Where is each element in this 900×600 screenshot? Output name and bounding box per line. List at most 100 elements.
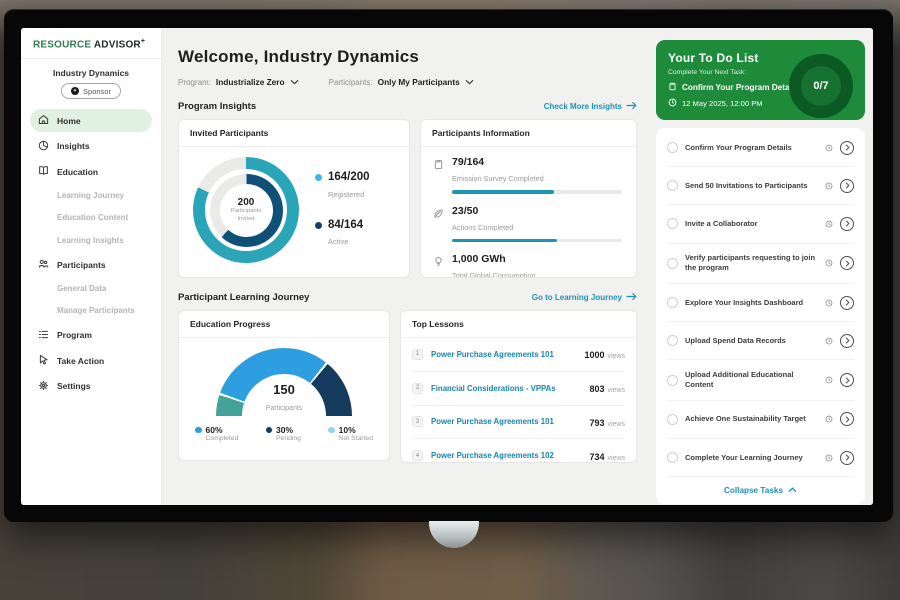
- task-checkbox[interactable]: [667, 452, 678, 463]
- invited-legend: 164/200Registered 84/164Active: [315, 171, 370, 249]
- participants-select[interactable]: Participants: Only My Participants: [329, 77, 474, 87]
- arrow-right-icon: [626, 292, 637, 303]
- sponsor-badge: ✦ Sponsor: [61, 83, 121, 99]
- todo-panel: Your To Do List Complete Your Next Task:…: [649, 28, 873, 505]
- sidebar-item-education-content[interactable]: Education Content: [30, 208, 152, 227]
- task-chevron-button[interactable]: [840, 334, 854, 348]
- sidebar-item-insights[interactable]: Insights: [30, 135, 152, 158]
- task-chevron-button[interactable]: [840, 296, 854, 310]
- stage: RESOURCE ADVISOR+ Industry Dynamics ✦ Sp…: [0, 0, 900, 600]
- sidebar-item-label: Education: [57, 167, 98, 177]
- views-count: 793views: [589, 413, 625, 431]
- survey-icon: [433, 156, 444, 194]
- check-more-insights-link[interactable]: Check More Insights: [544, 101, 637, 112]
- logo-resource: RESOURCE: [33, 39, 91, 50]
- sidebar-item-participants[interactable]: Participants: [30, 253, 152, 276]
- main-content: Welcome, Industry Dynamics Program: Indu…: [162, 28, 649, 505]
- gauge-center-value: 150: [216, 383, 352, 397]
- views-count: 1000views: [584, 345, 625, 363]
- sidebar-item-home[interactable]: Home: [30, 109, 152, 132]
- task-chevron-button[interactable]: [840, 373, 854, 387]
- legend-dot: [266, 427, 273, 434]
- rank-badge: 1: [412, 349, 423, 360]
- sidebar-item-manage-participants[interactable]: Manage Participants: [30, 301, 152, 320]
- clock-icon: [668, 98, 677, 109]
- education-progress-card: Education Progress 150 Participants: [178, 310, 390, 461]
- sidebar-item-learning-journey[interactable]: Learning Journey: [30, 186, 152, 205]
- info-row-consumption: 1,000 GWh Total Global Consumption: [433, 253, 624, 278]
- task-checkbox[interactable]: [667, 414, 678, 425]
- lesson-link[interactable]: Power Purchase Agreements 101: [431, 350, 576, 359]
- task-chevron-button[interactable]: [840, 451, 854, 465]
- todo-progress-value: 0/7: [801, 66, 841, 106]
- participants-select-label: Participants:: [329, 78, 373, 87]
- go-to-learning-journey-link[interactable]: Go to Learning Journey: [532, 292, 637, 303]
- education-progress-gauge: 150 Participants: [216, 348, 352, 416]
- task-chevron-button[interactable]: [840, 256, 854, 270]
- task-chevron-button[interactable]: [840, 179, 854, 193]
- sidebar-item-take-action[interactable]: Take Action: [30, 349, 152, 372]
- task-row: Invite a Collaborator: [667, 205, 854, 243]
- sidebar-item-education[interactable]: Education: [30, 160, 152, 183]
- filter-bar: Program: Industrialize Zero Participants…: [178, 77, 637, 87]
- task-row: Explore Your Insights Dashboard: [667, 284, 854, 322]
- sidebar-item-program[interactable]: Program: [30, 324, 152, 347]
- lesson-link[interactable]: Financial Considerations - VPPAs: [431, 384, 581, 393]
- lesson-link[interactable]: Power Purchase Agreements 102: [431, 451, 581, 460]
- task-chevron-button[interactable]: [840, 217, 854, 231]
- task-row: Complete Your Learning Journey: [667, 439, 854, 477]
- progress-bar: [452, 190, 622, 194]
- task-row: Achieve One Sustainability Target: [667, 401, 854, 439]
- gauge-center-label: Participants: [266, 405, 303, 412]
- task-checkbox[interactable]: [667, 375, 678, 386]
- task-checkbox[interactable]: [667, 218, 678, 229]
- lesson-row: 3 Power Purchase Agreements 101 793views: [412, 406, 625, 440]
- logo-plus: +: [141, 38, 145, 45]
- program-select-value: Industrialize Zero: [216, 77, 285, 87]
- pie-chart-icon: [38, 140, 49, 153]
- pointer-icon: [38, 354, 49, 367]
- clock-icon: [825, 139, 833, 157]
- todo-list-card: Confirm Your Program Details Send 50 Inv…: [656, 128, 865, 504]
- donut-center-label: ParticipantsInvited: [231, 208, 261, 224]
- learning-journey-header: Participant Learning Journey Go to Learn…: [178, 292, 637, 303]
- learning-cards-row: Education Progress 150 Participants: [178, 310, 637, 463]
- people-icon: [38, 258, 49, 271]
- task-checkbox[interactable]: [667, 335, 678, 346]
- clock-icon: [825, 177, 833, 195]
- participants-information-card: Participants Information 79/164 Emission…: [420, 119, 637, 278]
- gauge-legend: 60% Completed 30% Pending 10% Not Starte…: [189, 416, 379, 442]
- program-insights-header: Program Insights Check More Insights: [178, 101, 637, 112]
- chevron-down-icon: [465, 78, 474, 87]
- sidebar-item-general-data[interactable]: General Data: [30, 279, 152, 298]
- program-select[interactable]: Program: Industrialize Zero: [178, 77, 299, 87]
- legend-dot: [315, 222, 322, 229]
- collapse-tasks-link[interactable]: Collapse Tasks: [667, 477, 854, 504]
- card-title: Education Progress: [179, 311, 389, 338]
- task-chevron-button[interactable]: [840, 412, 854, 426]
- legend-pending: 30% Pending: [266, 425, 301, 442]
- task-checkbox[interactable]: [667, 258, 678, 269]
- sidebar-item-settings[interactable]: Settings: [30, 375, 152, 398]
- bulb-icon: [433, 253, 444, 278]
- legend-dot: [315, 174, 322, 181]
- home-icon: [38, 114, 49, 127]
- card-title: Top Lessons: [401, 311, 636, 338]
- top-lessons-card: Top Lessons 1 Power Purchase Agreements …: [400, 310, 637, 463]
- task-checkbox[interactable]: [667, 180, 678, 191]
- info-row-actions: 23/50 Actions Completed: [433, 205, 624, 243]
- clock-icon: [825, 215, 833, 233]
- lesson-row: 1 Power Purchase Agreements 101 1000view…: [412, 338, 625, 372]
- sidebar-item-learning-insights[interactable]: Learning Insights: [30, 231, 152, 250]
- lesson-link[interactable]: Power Purchase Agreements 101: [431, 417, 581, 426]
- clock-icon: [825, 410, 833, 428]
- task-checkbox[interactable]: [667, 142, 678, 153]
- task-chevron-button[interactable]: [840, 141, 854, 155]
- gear-icon: [38, 380, 49, 393]
- clock-icon: [825, 294, 833, 312]
- sponsor-badge-label: Sponsor: [83, 87, 111, 96]
- card-title: Invited Participants: [179, 120, 409, 147]
- sidebar-item-label: General Data: [57, 284, 106, 293]
- dashboard-screen: RESOURCE ADVISOR+ Industry Dynamics ✦ Sp…: [21, 28, 873, 505]
- task-checkbox[interactable]: [667, 297, 678, 308]
